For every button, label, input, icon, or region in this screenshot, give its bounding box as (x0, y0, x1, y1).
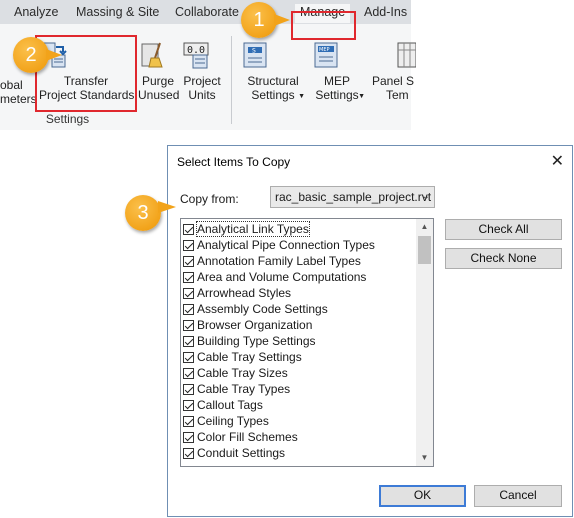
global-parameters-label-2: meters (0, 92, 37, 106)
check-all-button[interactable]: Check All (445, 219, 562, 240)
checkbox[interactable] (183, 240, 194, 251)
callout-1-pointer (274, 14, 290, 26)
list-scrollbar[interactable]: ▲ ▼ (416, 219, 433, 466)
list-item[interactable]: Area and Volume Computations (183, 269, 366, 285)
transfer-button-highlight (35, 35, 137, 112)
project-units-button[interactable]: 0.0 Project Units (181, 40, 223, 102)
mep-dropdown-arrow-icon[interactable]: ▼ (358, 90, 365, 104)
list-item[interactable]: Analytical Pipe Connection Types (183, 237, 375, 253)
svg-text:S: S (252, 48, 256, 55)
list-item[interactable]: Assembly Code Settings (183, 301, 328, 317)
global-parameters-button[interactable]: obal meters (0, 78, 37, 106)
scroll-down-icon[interactable]: ▼ (416, 450, 433, 466)
checkbox[interactable] (183, 224, 194, 235)
list-item[interactable]: Callout Tags (183, 397, 263, 413)
list-item[interactable]: Ceiling Types (183, 413, 269, 429)
manage-tab-highlight (291, 11, 356, 40)
checkbox[interactable] (183, 288, 194, 299)
callout-2-badge: 2 (13, 37, 49, 73)
purge-unused-button[interactable]: Purge Unused (138, 40, 180, 102)
list-item[interactable]: Color Fill Schemes (183, 429, 298, 445)
checkbox[interactable] (183, 400, 194, 411)
callout-1-badge: 1 (241, 2, 277, 38)
copy-from-label: Copy from: (180, 192, 239, 206)
ribbon-separator (231, 36, 232, 124)
list-item[interactable]: Conduit Settings (183, 445, 285, 461)
checkbox[interactable] (183, 368, 194, 379)
checkbox[interactable] (183, 272, 194, 283)
copy-from-value: rac_basic_sample_project.rvt (275, 190, 432, 204)
structural-dropdown-arrow-icon[interactable]: ▼ (298, 90, 305, 104)
checkbox[interactable] (183, 432, 194, 443)
check-none-button[interactable]: Check None (445, 248, 562, 269)
list-item[interactable]: Arrowhead Styles (183, 285, 291, 301)
panel-label-1: Panel S (372, 74, 415, 88)
purge-label-1: Purge (141, 74, 175, 88)
scrollbar-thumb[interactable] (418, 236, 431, 264)
project-units-icon: 0.0 (181, 40, 223, 70)
purge-broom-icon (138, 40, 178, 70)
mep-settings-button[interactable]: MEP MEP Settings ▼ (311, 40, 365, 104)
scroll-up-icon[interactable]: ▲ (416, 219, 433, 235)
callout-3-badge: 3 (125, 195, 161, 231)
panel-schedule-templates-button[interactable]: Panel S Tem (372, 40, 418, 102)
list-item[interactable]: Analytical Link Types (183, 221, 310, 237)
callout-3-pointer (158, 201, 176, 213)
checkbox[interactable] (183, 304, 194, 315)
structural-settings-icon: S (240, 40, 306, 70)
list-item[interactable]: Cable Tray Settings (183, 349, 302, 365)
svg-text:0.0: 0.0 (187, 45, 205, 56)
list-item[interactable]: Annotation Family Label Types (183, 253, 361, 269)
checkbox[interactable] (183, 448, 194, 459)
list-item[interactable]: Cable Tray Types (183, 381, 290, 397)
callout-2-pointer (46, 49, 62, 61)
units-label-2: Units (188, 88, 216, 102)
tab-add-ins[interactable]: Add-Ins (364, 5, 407, 19)
panel-schedule-icon (396, 40, 418, 70)
mep-label-1: MEP (323, 74, 350, 88)
structural-label-2: Settings (251, 88, 295, 102)
settings-panel-label: Settings (45, 112, 90, 126)
structural-settings-button[interactable]: S Structural Settings ▼ (240, 40, 306, 102)
dialog-title: Select Items To Copy (177, 155, 291, 169)
list-item[interactable]: Cable Tray Sizes (183, 365, 288, 381)
checkbox[interactable] (183, 256, 194, 267)
units-label-1: Project (183, 74, 221, 88)
list-item[interactable]: Building Type Settings (183, 333, 316, 349)
select-items-dialog: Select Items To Copy ✕ Copy from: rac_ba… (167, 145, 573, 517)
ok-button[interactable]: OK (379, 485, 466, 507)
items-list[interactable]: Analytical Link Types Analytical Pipe Co… (180, 218, 434, 467)
global-parameters-label-1: obal (0, 78, 23, 92)
purge-label-2: Unused (138, 88, 180, 102)
close-icon[interactable]: ✕ (551, 151, 564, 171)
tab-massing-site[interactable]: Massing & Site (76, 5, 159, 19)
checkbox[interactable] (183, 336, 194, 347)
mep-settings-icon: MEP (311, 40, 363, 70)
panel-label-2: Tem (386, 88, 409, 102)
checkbox[interactable] (183, 384, 194, 395)
copy-from-dropdown[interactable]: rac_basic_sample_project.rvt ⌄ (270, 186, 435, 208)
list-item[interactable]: Browser Organization (183, 317, 312, 333)
cancel-button[interactable]: Cancel (474, 485, 562, 507)
chevron-down-icon[interactable]: ⌄ (422, 187, 430, 207)
checkbox[interactable] (183, 416, 194, 427)
svg-text:MEP: MEP (319, 47, 330, 53)
mep-label-2: Settings (315, 88, 359, 102)
checkbox[interactable] (183, 352, 194, 363)
tab-analyze[interactable]: Analyze (14, 5, 58, 19)
tab-collaborate[interactable]: Collaborate (175, 5, 239, 19)
checkbox[interactable] (183, 320, 194, 331)
structural-label-1: Structural (247, 74, 299, 88)
